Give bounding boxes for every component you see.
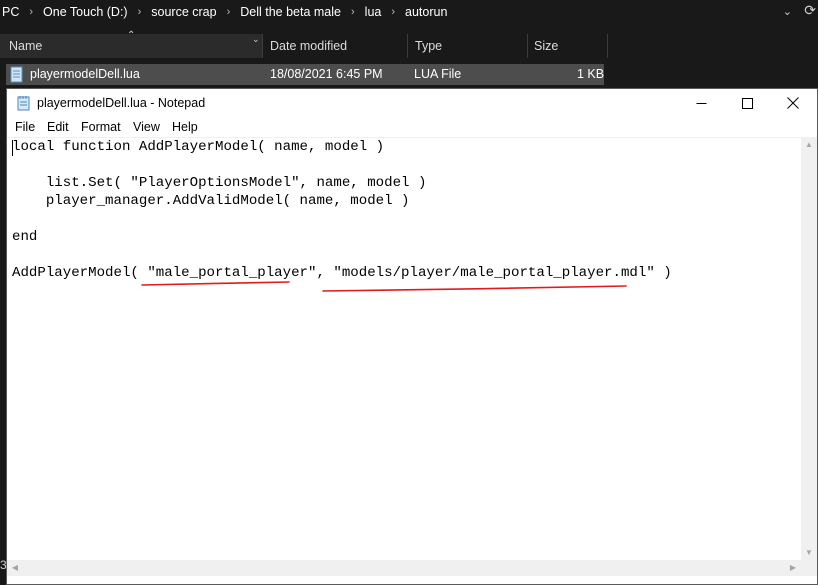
file-row[interactable]: playermodelDell.lua 18/08/2021 6:45 PM L…: [6, 64, 604, 85]
scroll-right-icon[interactable]: ▶: [785, 560, 801, 576]
notepad-title-bar[interactable]: playermodelDell.lua - Notepad: [7, 89, 817, 117]
address-dropdown-icon[interactable]: ⌄: [783, 5, 792, 18]
code-line: end: [12, 229, 38, 245]
column-header-name[interactable]: Name: [9, 34, 42, 58]
breadcrumb-dell-folder[interactable]: Dell the beta male: [240, 5, 341, 19]
breadcrumb-pc[interactable]: PC: [2, 5, 19, 19]
breadcrumb-separator-icon: ›: [29, 6, 34, 18]
code-line: list.Set( "PlayerOptionsModel", name, mo…: [12, 175, 427, 191]
notepad-text-area[interactable]: local function AddPlayerModel( name, mod…: [7, 137, 801, 561]
breadcrumb-separator-icon: ›: [351, 6, 355, 18]
menu-format[interactable]: Format: [81, 120, 121, 134]
breadcrumb-autorun[interactable]: autorun: [405, 5, 447, 19]
minimize-button[interactable]: [678, 89, 724, 117]
refresh-icon[interactable]: ⟳: [804, 2, 816, 19]
code-line: player_manager.AddValidModel( name, mode…: [12, 193, 410, 209]
scroll-down-icon[interactable]: ▼: [801, 545, 817, 561]
sort-ascending-icon: ⌃: [127, 30, 136, 41]
file-size: 1 KB: [577, 67, 605, 81]
close-button[interactable]: [770, 89, 816, 117]
close-icon: [787, 97, 799, 109]
notepad-app-icon: [17, 96, 30, 111]
horizontal-scrollbar[interactable]: ◀ ▶: [7, 560, 801, 576]
column-divider[interactable]: [527, 34, 528, 58]
file-type: LUA File: [414, 67, 462, 81]
scroll-left-icon[interactable]: ◀: [7, 560, 23, 576]
notepad-menu-bar: File Edit Format View Help: [7, 117, 817, 137]
column-dropdown-icon[interactable]: ⌄: [252, 34, 260, 45]
minimize-icon: [696, 102, 706, 104]
column-header-date-modified[interactable]: Date modified: [270, 34, 347, 58]
menu-file[interactable]: File: [15, 120, 35, 134]
breadcrumb-separator-icon: ›: [391, 6, 396, 18]
breadcrumb-drive[interactable]: One Touch (D:): [43, 5, 128, 19]
menu-edit[interactable]: Edit: [47, 120, 69, 134]
address-bar[interactable]: PC › One Touch (D:) › source crap › Dell…: [0, 0, 818, 24]
notepad-window: playermodelDell.lua - Notepad File Edit …: [6, 88, 818, 585]
file-date-modified: 18/08/2021 6:45 PM: [270, 67, 383, 81]
breadcrumb-source-crap[interactable]: source crap: [151, 5, 216, 19]
file-name[interactable]: playermodelDell.lua: [30, 64, 140, 85]
notepad-file-icon: [10, 66, 23, 83]
column-header-row: ⌃ Name ⌄ Date modified Type Size: [0, 30, 818, 58]
column-header-size[interactable]: Size: [534, 34, 558, 58]
column-divider[interactable]: [407, 34, 408, 58]
code-line: AddPlayerModel( "male_portal_player", "m…: [12, 265, 672, 281]
text-cursor: [12, 140, 13, 156]
window-bottom-edge: [7, 576, 817, 584]
breadcrumb-separator-icon: ›: [137, 6, 142, 18]
vertical-scrollbar[interactable]: ▲ ▼: [801, 137, 817, 561]
column-header-type[interactable]: Type: [415, 34, 442, 58]
code-line: local function AddPlayerModel( name, mod…: [12, 139, 385, 155]
menu-help[interactable]: Help: [172, 120, 198, 134]
column-divider[interactable]: [262, 34, 263, 58]
breadcrumb-lua[interactable]: lua: [365, 5, 382, 19]
column-divider[interactable]: [607, 34, 608, 58]
notepad-title: playermodelDell.lua - Notepad: [37, 96, 206, 110]
scrollbar-corner: [801, 560, 817, 576]
menu-view[interactable]: View: [133, 120, 160, 134]
breadcrumb-separator-icon: ›: [226, 6, 231, 18]
scroll-up-icon[interactable]: ▲: [801, 137, 817, 153]
maximize-icon: [741, 97, 753, 109]
maximize-button[interactable]: [724, 89, 770, 117]
